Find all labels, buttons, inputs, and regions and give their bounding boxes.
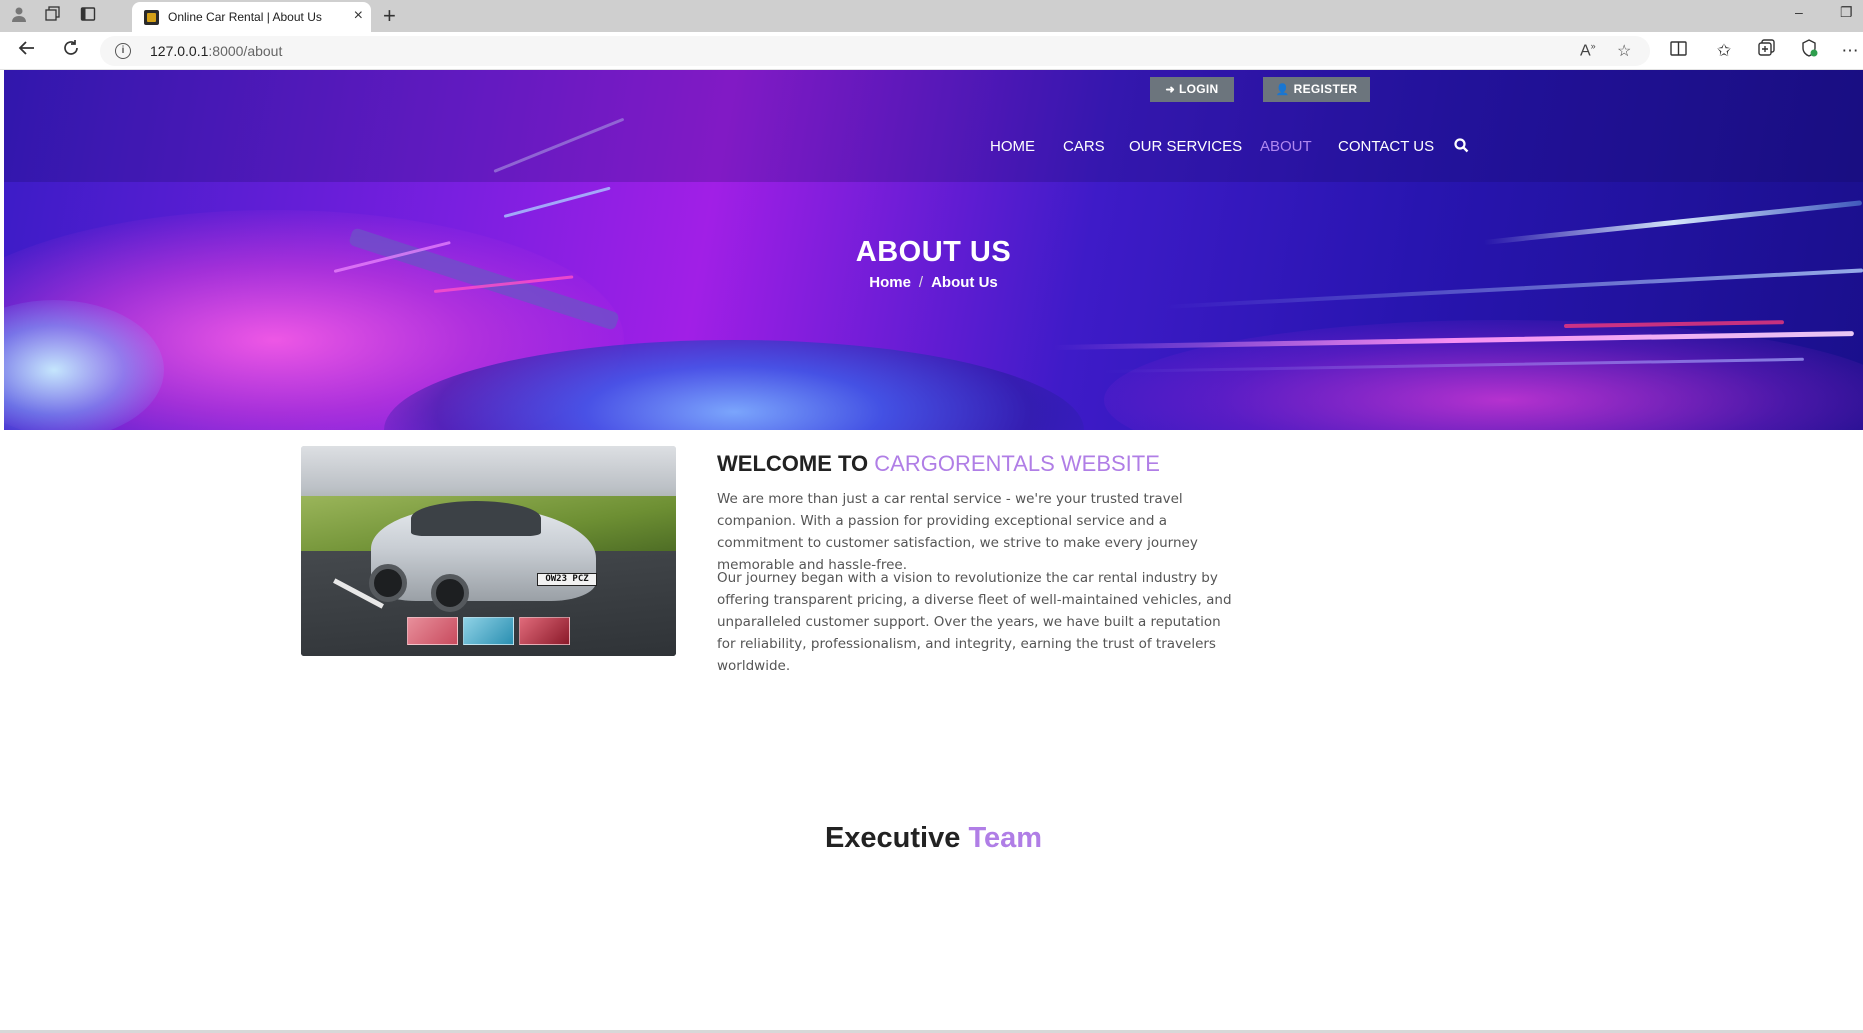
url-field[interactable]: i 127.0.0.1:8000/about A» ☆ [100,36,1650,66]
nav-contact-us[interactable]: CONTACT US [1338,138,1434,155]
tab-actions-icon[interactable] [77,6,99,26]
search-icon[interactable] [1454,138,1470,154]
nav-about[interactable]: ABOUT [1260,138,1312,155]
more-options-icon[interactable]: ⋯ [1838,39,1862,63]
photo-license-plate: OW23 PCZ [537,573,597,586]
about-car-image: OW23 PCZ [301,446,676,656]
thumbnail-red-car[interactable] [519,617,570,645]
user-plus-icon: 👤 [1275,84,1290,96]
url-text: 127.0.0.1:8000/about [150,43,283,59]
collections-icon[interactable] [1754,39,1778,63]
nav-home[interactable]: HOME [990,138,1035,155]
header-overlay [4,70,1863,182]
thumbnail-blue-car[interactable] [463,617,514,645]
thumbnail-pink-car[interactable] [407,617,458,645]
restore-icon[interactable]: ❐ [1840,4,1853,21]
executive-team-heading: Executive Team [824,822,1043,854]
photo-car-wheel [431,574,469,612]
page-title: ABOUT US [855,236,1012,268]
register-button[interactable]: 👤 REGISTER [1263,77,1370,102]
login-button[interactable]: ➜ LOGIN [1150,77,1234,102]
reload-icon[interactable] [58,38,84,64]
profile-icon[interactable] [8,6,30,26]
site-favicon-icon [144,10,159,25]
breadcrumb-current: About Us [931,274,998,291]
browser-tab-bar: Online Car Rental | About Us × + – ❐ [0,0,1863,32]
breadcrumb-home-link[interactable]: Home [869,274,911,291]
new-tab-icon[interactable]: + [383,3,396,29]
split-screen-icon[interactable] [1666,39,1690,63]
favorite-star-icon[interactable]: ☆ [1617,41,1631,61]
tab-title: Online Car Rental | About Us [168,10,322,24]
back-icon[interactable] [14,38,40,64]
browser-essentials-icon[interactable] [1797,39,1821,63]
close-tab-icon[interactable]: × [354,7,363,25]
photo-car-wheel [369,564,407,602]
minimize-icon[interactable]: – [1795,4,1803,20]
address-bar-row: i 127.0.0.1:8000/about A» ☆ ✩ ⋯ [0,32,1863,70]
read-aloud-icon[interactable]: A» [1580,41,1596,60]
sign-in-icon: ➜ [1165,84,1176,96]
photo-car-windshield [411,501,541,536]
breadcrumb: Home / About Us [4,274,1863,291]
workspaces-icon[interactable] [42,6,64,26]
page-viewport: ➜ LOGIN 👤 REGISTER HOME CARS OUR SERVICES … [4,70,1863,1033]
breadcrumb-separator: / [918,274,924,291]
site-info-icon[interactable]: i [115,43,131,59]
favorites-icon[interactable]: ✩ [1712,39,1736,63]
light-streak [503,186,611,218]
nav-cars[interactable]: CARS [1063,138,1105,155]
hero-banner: ➜ LOGIN 👤 REGISTER HOME CARS OUR SERVICES … [4,70,1863,430]
active-tab[interactable]: Online Car Rental | About Us × [132,2,371,32]
about-paragraph-1: We are more than just a car rental servi… [717,491,1198,573]
nav-our-services[interactable]: OUR SERVICES [1129,138,1242,155]
welcome-heading: WELCOME TO CARGORENTALS WEBSITE [717,451,1160,476]
about-paragraph-2: Our journey began with a vision to revol… [717,570,1232,674]
